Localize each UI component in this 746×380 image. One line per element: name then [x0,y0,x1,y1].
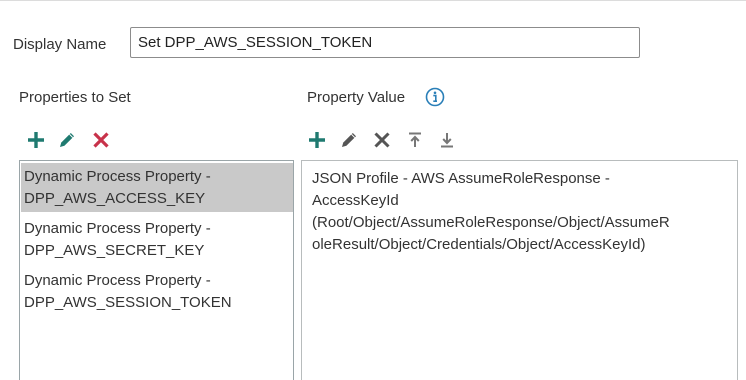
edit-property-button[interactable] [57,130,77,150]
value-line: oleResult/Object/Credentials/Object/Acce… [312,236,646,253]
move-to-bottom-button[interactable] [437,130,457,150]
list-item-line2: DPP_AWS_ACCESS_KEY [24,190,206,207]
add-property-button[interactable] [26,130,46,150]
list-item-line1: Dynamic Process Property - [24,220,211,237]
add-value-button[interactable] [307,130,327,150]
value-list-item[interactable]: JSON Profile - AWS AssumeRoleResponse - … [312,168,727,256]
list-item-line2: DPP_AWS_SECRET_KEY [24,242,205,259]
list-item-line1: Dynamic Process Property - [24,168,211,185]
value-line: AccessKeyId [312,192,399,209]
edit-value-button[interactable] [339,130,359,150]
display-name-input[interactable] [130,27,640,58]
top-divider [0,0,746,1]
list-item-line1: Dynamic Process Property - [24,272,211,289]
properties-list[interactable]: Dynamic Process Property - DPP_AWS_ACCES… [19,160,294,380]
info-icon[interactable] [425,87,445,107]
property-value-title: Property Value [307,89,406,106]
list-item-line2: DPP_AWS_SESSION_TOKEN [24,294,232,311]
list-item[interactable]: Dynamic Process Property - DPP_AWS_SESSI… [21,267,293,316]
value-line: JSON Profile - AWS AssumeRoleResponse - [312,170,610,187]
delete-value-button[interactable] [372,130,392,150]
properties-to-set-title: Properties to Set [19,89,131,106]
display-name-label: Display Name [13,36,107,53]
move-to-top-button[interactable] [405,130,425,150]
list-item[interactable]: Dynamic Process Property - DPP_AWS_SECRE… [21,215,293,264]
delete-property-button[interactable] [91,130,111,150]
list-item[interactable]: Dynamic Process Property - DPP_AWS_ACCES… [21,163,293,212]
value-line: (Root/Object/AssumeRoleResponse/Object/A… [312,214,670,231]
property-value-list[interactable]: JSON Profile - AWS AssumeRoleResponse - … [301,160,738,380]
